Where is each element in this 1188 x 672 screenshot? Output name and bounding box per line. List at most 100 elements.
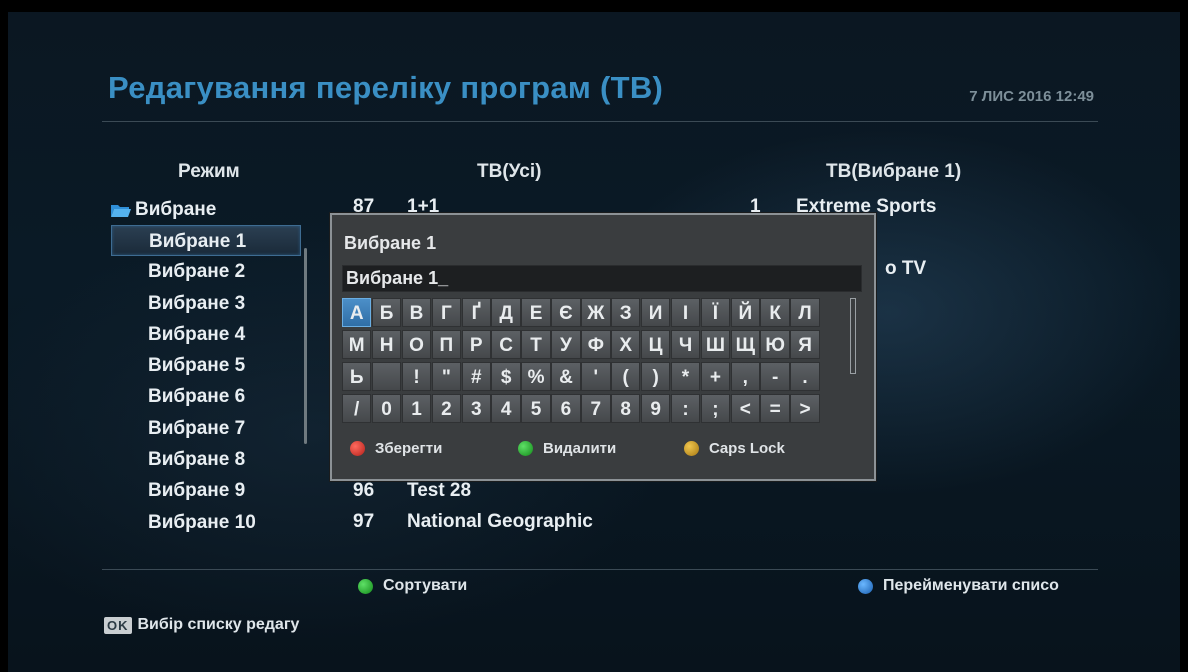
key[interactable]: ( (611, 362, 641, 391)
key[interactable]: А (342, 298, 372, 327)
key[interactable]: И (640, 298, 671, 327)
key[interactable]: У (551, 330, 581, 359)
key[interactable]: < (730, 394, 760, 423)
rename-list-hint[interactable]: Перейменувати списо (858, 577, 1059, 595)
key[interactable]: Х (611, 330, 641, 359)
mode-list-scrollbar[interactable] (304, 248, 307, 444)
keyboard-scrollbar[interactable] (850, 298, 856, 374)
delete-hint[interactable]: Видалити (518, 440, 616, 457)
tv-screen: Редагування переліку програм (ТВ) 7 ЛИС … (8, 12, 1180, 672)
key[interactable]: / (342, 394, 372, 423)
key[interactable]: 9 (640, 394, 671, 423)
key[interactable]: Д (491, 298, 521, 327)
key[interactable]: Й (730, 298, 760, 327)
key[interactable]: 2 (431, 394, 462, 423)
key[interactable]: ) (640, 362, 671, 391)
channel-number: 97 (353, 511, 375, 532)
key[interactable]: ' (581, 362, 611, 391)
ok-hint-label: Вибір списку редагу (137, 616, 300, 633)
key[interactable]: + (700, 362, 731, 391)
key[interactable]: Ч (670, 330, 701, 359)
key[interactable]: * (670, 362, 701, 391)
favorite-channel-row[interactable]: o TV (885, 254, 926, 284)
key[interactable]: Ж (581, 298, 611, 327)
key[interactable]: К (760, 298, 790, 327)
mode-item-4[interactable]: Вибране 4 (111, 319, 301, 350)
name-input[interactable]: Вибране 1_ (342, 265, 862, 292)
key[interactable]: П (431, 330, 462, 359)
save-hint[interactable]: Зберегти (350, 440, 442, 457)
key[interactable]: Ц (640, 330, 671, 359)
mode-item-10[interactable]: Вибране 10 (111, 507, 301, 538)
key[interactable]: Ь (342, 362, 372, 391)
key[interactable]: Є (551, 298, 581, 327)
date-time: 7 ЛИС 2016 12:49 (969, 88, 1094, 105)
column-header-mode: Режим (178, 161, 240, 182)
key[interactable]: , (730, 362, 760, 391)
key[interactable]: Г (431, 298, 462, 327)
key[interactable]: $ (491, 362, 521, 391)
folder-label: Вибране (135, 199, 217, 220)
key[interactable]: Щ (730, 330, 760, 359)
key[interactable]: 8 (611, 394, 641, 423)
key[interactable]: 6 (551, 394, 581, 423)
key[interactable]: & (551, 362, 581, 391)
mode-item-6[interactable]: Вибране 6 (111, 381, 301, 412)
folder-favorites[interactable]: Вибране (111, 194, 301, 225)
key[interactable]: " (431, 362, 462, 391)
key[interactable]: З (611, 298, 641, 327)
column-header-all: ТВ(Усі) (477, 161, 542, 182)
sort-hint[interactable]: Сортувати (358, 577, 467, 595)
key[interactable]: М (342, 330, 372, 359)
channel-name: o TV (885, 258, 927, 279)
key[interactable]: Н (371, 330, 402, 359)
key[interactable]: > (790, 394, 820, 423)
key[interactable]: = (760, 394, 790, 423)
key[interactable]: Ю (760, 330, 790, 359)
key[interactable]: О (401, 330, 432, 359)
mode-item-3[interactable]: Вибране 3 (111, 288, 301, 319)
sort-label: Сортувати (383, 577, 468, 594)
key[interactable]: Б (371, 298, 402, 327)
mode-item-9[interactable]: Вибране 9 (111, 475, 301, 506)
key[interactable]: Ф (581, 330, 611, 359)
key[interactable]: 3 (461, 394, 491, 423)
keyboard-row: М Н О П Р С Т У Ф Х Ц Ч Ш Щ Ю Я (342, 330, 842, 360)
key[interactable]: Ї (700, 298, 731, 327)
key[interactable]: Л (790, 298, 820, 327)
key[interactable]: 0 (371, 394, 402, 423)
key[interactable]: Ґ (461, 298, 491, 327)
key[interactable]: 5 (521, 394, 551, 423)
key[interactable]: Т (521, 330, 551, 359)
mode-item-5[interactable]: Вибране 5 (111, 350, 301, 381)
mode-item-1[interactable]: Вибране 1 (111, 225, 301, 257)
key[interactable]: Е (521, 298, 551, 327)
caps-lock-label: Caps Lock (709, 440, 785, 457)
mode-list: Вибране Вибране 1 Вибране 2 Вибране 3 Ви… (111, 194, 301, 538)
ok-hint[interactable]: OK Вибір списку редагу (104, 616, 299, 634)
key[interactable]: 4 (491, 394, 521, 423)
keyboard-row: Ь ! " # $ % & ' ( ) * + , - . (342, 362, 842, 392)
key[interactable]: % (521, 362, 551, 391)
mode-item-8[interactable]: Вибране 8 (111, 444, 301, 475)
key[interactable]: ; (700, 394, 731, 423)
key[interactable]: Ш (700, 330, 731, 359)
rename-dialog: Вибране 1 Вибране 1_ А Б В Г Ґ Д Е Є Ж З… (330, 213, 876, 481)
key[interactable]: 1 (401, 394, 432, 423)
key[interactable]: І (670, 298, 701, 327)
space-key[interactable] (371, 362, 402, 391)
mode-item-2[interactable]: Вибране 2 (111, 256, 301, 287)
caps-lock-hint[interactable]: Caps Lock (684, 440, 785, 457)
mode-item-7[interactable]: Вибране 7 (111, 413, 301, 444)
key[interactable]: В (401, 298, 432, 327)
key[interactable]: ! (401, 362, 432, 391)
key[interactable]: - (760, 362, 790, 391)
key[interactable]: Я (790, 330, 820, 359)
key[interactable]: Р (461, 330, 491, 359)
key[interactable]: : (670, 394, 701, 423)
key[interactable]: . (790, 362, 820, 391)
channel-row[interactable]: 97 National Geographic (353, 507, 593, 537)
key[interactable]: 7 (581, 394, 611, 423)
key[interactable]: # (461, 362, 491, 391)
key[interactable]: С (491, 330, 521, 359)
